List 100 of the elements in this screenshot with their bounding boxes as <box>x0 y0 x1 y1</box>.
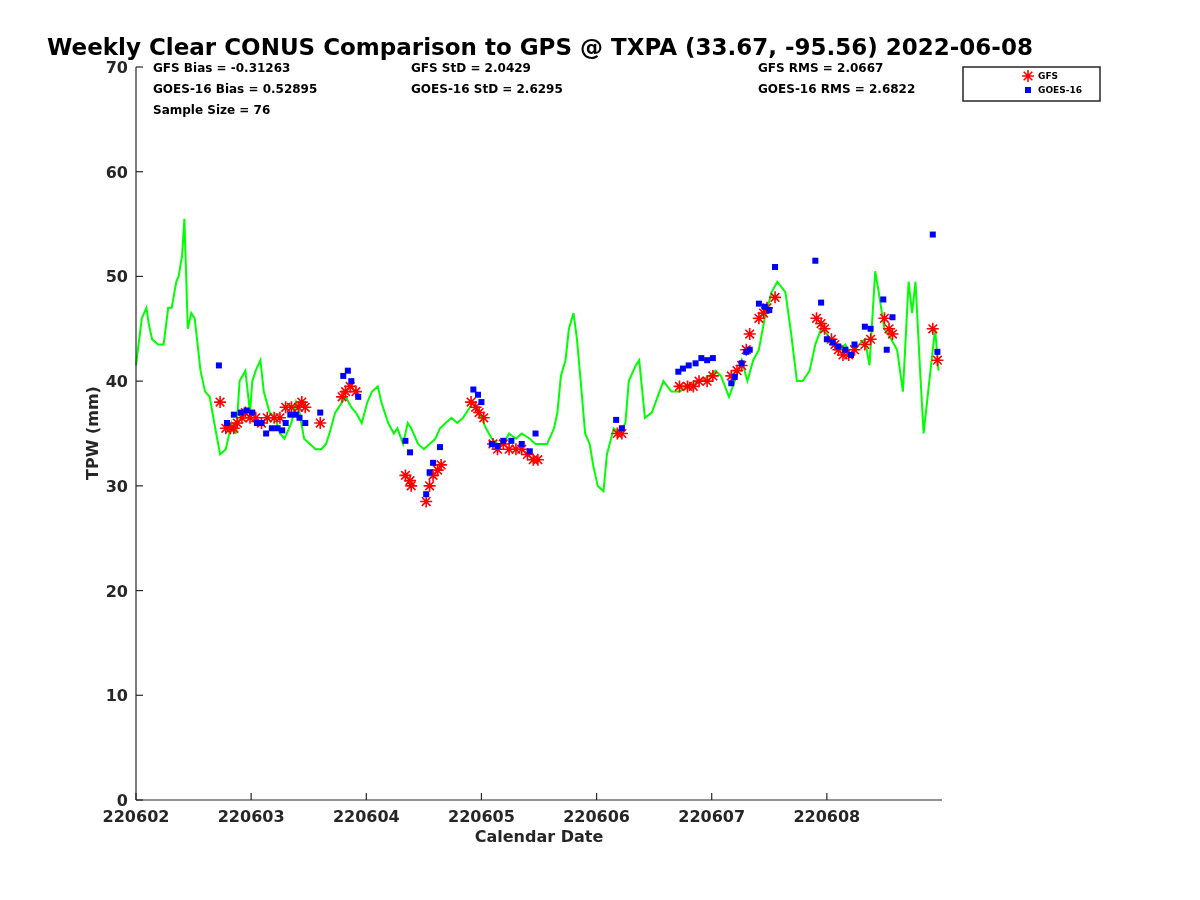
asterisk-marker <box>468 400 483 415</box>
asterisk-marker <box>426 468 440 483</box>
asterisk-marker <box>213 395 227 409</box>
asterisk-marker <box>828 337 842 352</box>
asterisk-marker <box>260 411 275 425</box>
asterisk-marker <box>863 332 878 347</box>
square-marker <box>437 444 443 451</box>
stat-text: GOES-16 StD = 2.6295 <box>411 82 563 96</box>
asterisk-marker <box>313 416 328 430</box>
asterisk-marker <box>227 421 241 436</box>
asterisk-marker <box>858 337 872 352</box>
tick-label: 220607 <box>678 807 746 826</box>
asterisk-marker <box>298 400 313 415</box>
asterisk-marker <box>422 479 437 493</box>
tick-label: 0 <box>116 791 128 810</box>
square-marker <box>738 360 745 367</box>
tick-label: 10 <box>105 686 128 706</box>
legend-label: GFS <box>1038 71 1059 81</box>
asterisk-marker <box>814 316 828 331</box>
square-icon <box>1025 87 1031 93</box>
square-marker <box>532 430 539 437</box>
asterisk-marker <box>742 327 757 341</box>
asterisk-marker <box>824 332 839 347</box>
tick-label: 40 <box>105 372 128 392</box>
tick-label: 220606 <box>563 807 630 826</box>
asterisk-marker <box>760 301 774 315</box>
asterisk-marker <box>278 400 293 415</box>
asterisk-marker <box>476 411 491 425</box>
square-marker <box>355 393 362 400</box>
axis-title: Calendar Date <box>474 827 604 846</box>
asterisk-marker <box>486 437 500 451</box>
stat-text: Sample Size = 76 <box>153 103 271 117</box>
tick-label: 70 <box>105 58 128 77</box>
tick-label: 220604 <box>332 807 400 826</box>
asterisk-marker <box>349 384 363 399</box>
asterisk-marker <box>514 442 529 456</box>
asterisk-marker <box>248 411 263 425</box>
asterisk-marker <box>509 442 523 456</box>
legend-label: GOES-16 <box>1038 85 1082 95</box>
stat-text: GFS Bias = -0.31263 <box>153 61 291 75</box>
square-marker <box>818 299 825 306</box>
asterisk-marker <box>885 327 900 341</box>
asterisk-marker <box>464 395 478 409</box>
square-marker <box>812 257 819 264</box>
asterisk-marker <box>219 421 233 436</box>
stat-text: GOES-16 Bias = 0.52895 <box>153 82 318 96</box>
asterisk-marker <box>615 426 629 441</box>
axis-title: TPW (mm) <box>83 386 102 480</box>
asterisk-marker <box>434 458 448 472</box>
asterisk-marker <box>841 348 856 362</box>
tick-label: 220602 <box>102 807 170 826</box>
asterisk-marker <box>836 348 850 362</box>
asterisk-marker <box>730 363 744 378</box>
asterisk-marker <box>472 405 486 420</box>
asterisk-marker <box>295 395 309 409</box>
asterisk-marker <box>686 379 701 394</box>
asterisk-marker <box>284 400 299 415</box>
asterisk-marker <box>254 416 269 430</box>
square-marker <box>317 409 324 416</box>
asterisk-marker <box>520 447 535 462</box>
square-marker <box>402 437 409 444</box>
asterisk-marker <box>809 311 824 326</box>
asterisk-marker <box>756 306 771 320</box>
square-marker <box>407 449 414 456</box>
chart-title: Weekly Clear CONUS Comparison to GPS @ TXPA (33.67, -95.56) 2022-06-08 <box>47 34 1033 60</box>
stat-text: GFS RMS = 2.0667 <box>758 61 884 75</box>
asterisk-marker <box>398 468 413 483</box>
stat-text: GFS StD = 2.0429 <box>411 61 531 75</box>
tick-label: 220605 <box>448 807 515 826</box>
square-marker <box>772 264 779 270</box>
square-marker <box>426 469 433 476</box>
square-marker <box>883 346 890 353</box>
asterisk-marker <box>404 479 418 493</box>
square-marker <box>423 491 430 498</box>
asterisk-marker <box>706 369 720 383</box>
tick-label: 60 <box>105 162 128 182</box>
square-marker <box>223 420 230 427</box>
square-marker <box>430 459 437 466</box>
asterisk-icon <box>1021 69 1035 83</box>
tick-label: 50 <box>105 267 128 287</box>
asterisk-marker <box>752 311 766 326</box>
tick-label: 30 <box>105 476 128 496</box>
asterisk-marker <box>335 390 349 404</box>
square-marker <box>215 362 222 369</box>
square-marker <box>889 314 896 321</box>
tick-label: 20 <box>105 581 128 601</box>
square-marker <box>618 425 625 432</box>
asterisk-marker <box>531 452 545 467</box>
square-marker <box>851 341 858 348</box>
stat-text: GOES-16 RMS = 2.6822 <box>758 82 916 96</box>
asterisk-marker <box>700 374 714 388</box>
asterisk-marker <box>230 416 245 430</box>
asterisk-marker <box>882 322 896 336</box>
square-marker <box>934 348 941 355</box>
asterisk-marker <box>403 473 417 488</box>
asterisk-marker <box>768 290 782 305</box>
asterisk-marker <box>430 463 445 477</box>
asterisk-marker <box>877 311 892 326</box>
asterisk-marker <box>243 411 257 425</box>
asterisk-marker <box>496 437 511 451</box>
